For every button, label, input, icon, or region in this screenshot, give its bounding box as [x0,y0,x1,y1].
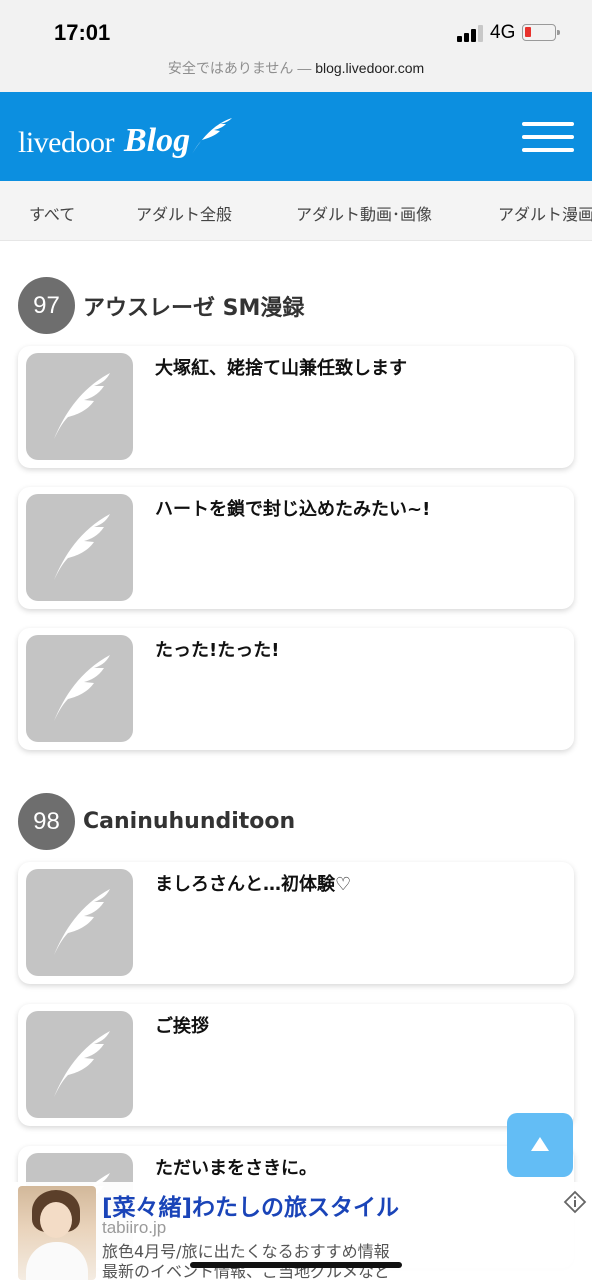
tab-adult-video-image[interactable]: アダルト動画･画像 [296,201,432,225]
article-card[interactable]: ハートを鎖で封じ込めたみたい~! [18,487,574,609]
rank-badge: 98 [18,793,75,850]
article-title: ましろさんと…初体験♡ [155,874,352,895]
ad-domain: tabiiro.jp [102,1218,167,1237]
tab-adult-manga[interactable]: アダルト漫画 [498,201,592,225]
article-card[interactable]: たった!たった! [18,628,574,750]
blog-ranking-header[interactable]: 98 Caninuhunditoon [18,793,295,850]
insecure-warning: 安全ではありません — [167,60,316,76]
article-title: ご挨拶 [155,1016,209,1037]
thumbnail-placeholder [26,635,133,742]
feather-icon [192,118,233,154]
category-tabs: すべて アダルト全般 アダルト動画･画像 アダルト漫画 [0,181,592,241]
ad-title: [菜々緒]わたしの旅スタイル [102,1195,400,1221]
tab-adult-general[interactable]: アダルト全般 [136,201,232,225]
thumbnail-placeholder [26,494,133,601]
signal-strength-icon [457,24,485,42]
blog-ranking-header[interactable]: 97 アウスレーゼ SM漫録 [18,277,304,334]
logo-livedoor-text: livedoor [18,126,114,159]
article-title: たった!たった! [155,640,280,661]
ad-info-icon[interactable] [563,1190,587,1214]
ad-image [18,1186,96,1280]
feather-icon [54,514,110,580]
hamburger-menu-icon[interactable] [522,122,574,152]
status-bar: 17:01 4G 安全ではありません — blog.livedoor.com [0,0,592,92]
feather-icon [54,1031,110,1097]
livedoor-blog-logo[interactable]: livedoor Blog [18,116,234,160]
feather-icon [54,655,110,721]
thumbnail-placeholder [26,353,133,460]
arrow-up-icon [531,1137,549,1151]
back-to-top-button[interactable] [507,1113,573,1177]
article-title: ハートを鎖で封じ込めたみたい~! [155,499,431,520]
network-type: 4G [490,22,516,43]
home-indicator [190,1262,402,1268]
article-title: 大塚紅、姥捨て山兼任致します [155,358,407,379]
blog-name: アウスレーゼ SM漫録 [83,295,305,321]
url-domain: blog.livedoor.com [315,60,425,76]
article-card[interactable]: 大塚紅、姥捨て山兼任致します [18,346,574,468]
site-header: livedoor Blog [0,92,592,181]
feather-icon [54,373,110,439]
rank-badge: 97 [18,277,75,334]
battery-icon [522,24,560,41]
thumbnail-placeholder [26,1011,133,1118]
logo-blog-text: Blog [123,122,191,159]
article-card[interactable]: ご挨拶 [18,1004,574,1126]
thumbnail-placeholder [26,869,133,976]
tab-all[interactable]: すべて [29,201,75,225]
blog-name: Caninuhunditoon [83,809,296,834]
address-bar[interactable]: 安全ではありません — blog.livedoor.com [0,58,592,78]
status-time: 17:01 [54,20,111,45]
article-title: ただいまをさきに。 [155,1158,317,1179]
feather-icon [54,889,110,955]
article-card[interactable]: ましろさんと…初体験♡ [18,862,574,984]
